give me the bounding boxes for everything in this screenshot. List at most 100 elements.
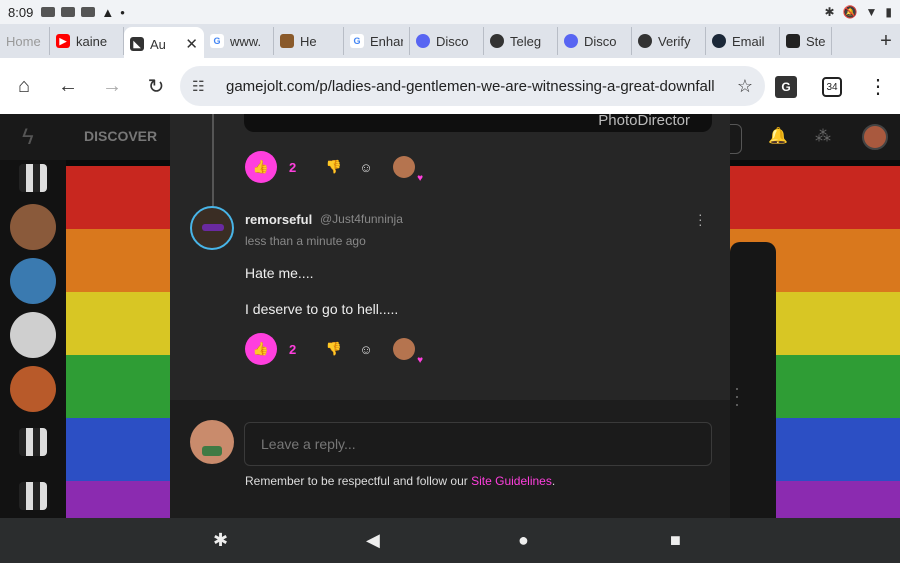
gamejolt-logo-icon[interactable]: ϟ	[22, 124, 34, 150]
globe-favicon-icon	[638, 34, 652, 48]
arrow-left-icon: ←	[58, 74, 78, 97]
reply-section: Remember to be respectful and follow our…	[170, 400, 730, 518]
tab-3[interactable]: G www.	[204, 27, 274, 55]
guidelines-notice: Remember to be respectful and follow our…	[245, 474, 555, 488]
reload-button[interactable]: ↻	[134, 64, 178, 108]
address-bar[interactable]: ☷ gamejolt.com/p/ladies-and-gentlemen-we…	[180, 66, 765, 106]
thumbs-down-icon[interactable]: 👎	[325, 159, 343, 175]
tab-switcher-button[interactable]: 34	[822, 77, 842, 97]
add-reaction-icon[interactable]: ☺	[357, 160, 375, 175]
browser-toolbar: ⌂ ← → ↻ ☷ gamejolt.com/p/ladies-and-gent…	[0, 58, 900, 114]
like-count[interactable]: 2	[289, 342, 311, 357]
thread-line	[212, 114, 214, 210]
tab-label: He	[300, 33, 317, 49]
translate-icon[interactable]: G	[775, 76, 797, 98]
status-bar: 8:09 ▲ • ✱ 🔕 ▼ ▮	[0, 0, 900, 24]
liked-by-avatar[interactable]: ♥	[393, 156, 423, 184]
google-favicon-icon: G	[350, 34, 364, 48]
steam-favicon-icon	[712, 34, 726, 48]
autofill-notification-icon: ▲	[101, 4, 115, 20]
image-watermark: PhotoDirector	[598, 114, 690, 129]
tab-label: Disco	[584, 33, 617, 49]
tab-label: Disco	[436, 33, 469, 49]
home-nav-icon[interactable]: ●	[518, 530, 529, 551]
arrow-right-icon: →	[102, 74, 122, 97]
quests-icon[interactable]: ⁂	[815, 126, 831, 146]
like-count[interactable]: 2	[289, 160, 311, 175]
home-button[interactable]: ⌂	[2, 64, 46, 108]
battery-icon: ▮	[885, 5, 892, 19]
comment-options-icon[interactable]: · · ·	[698, 207, 703, 231]
back-button[interactable]: ←	[46, 64, 90, 108]
tab-10[interactable]: Email	[706, 27, 780, 55]
tab-2-active[interactable]: ◣ Au ✕	[124, 27, 204, 61]
liked-by-avatar[interactable]: ♥	[393, 338, 423, 366]
url-text[interactable]: gamejolt.com/p/ladies-and-gentlemen-we-a…	[226, 78, 737, 95]
tab-label: www.	[230, 33, 262, 49]
youtube-favicon-icon: ▶	[56, 34, 70, 48]
tab-4[interactable]: He	[274, 27, 344, 55]
overflow-menu-icon[interactable]: ⋮	[868, 74, 888, 99]
site-settings-icon[interactable]: ☷	[192, 78, 214, 95]
youtube-notification-icon	[61, 7, 76, 17]
community-qr-icon[interactable]	[19, 482, 47, 510]
current-user-avatar	[190, 420, 234, 464]
tab-9[interactable]: Verify	[632, 27, 706, 55]
tab-label: Au	[150, 36, 166, 52]
close-tab-icon[interactable]: ✕	[185, 35, 198, 53]
reply-input[interactable]	[244, 422, 712, 466]
site-favicon-icon	[280, 34, 294, 48]
tab-label: Teleg	[510, 33, 542, 49]
youtube-notification-icon	[81, 7, 96, 17]
tab-6[interactable]: Disco	[410, 27, 484, 55]
youtube-notification-icon	[41, 7, 56, 17]
thumbs-down-icon[interactable]: 👎	[325, 341, 343, 357]
comment-handle[interactable]: @Just4funninja	[320, 212, 403, 226]
new-tab-button[interactable]: +	[872, 30, 900, 53]
community-avatar[interactable]	[10, 258, 56, 304]
google-favicon-icon: G	[210, 34, 224, 48]
site-favicon-icon	[786, 34, 800, 48]
tab-5[interactable]: G Enhar	[344, 27, 410, 55]
tab-7[interactable]: Teleg	[484, 27, 558, 55]
community-avatar[interactable]	[10, 204, 56, 250]
site-guidelines-link[interactable]: Site Guidelines	[471, 474, 552, 488]
post-image: PhotoDirector	[244, 114, 712, 132]
community-qr-icon[interactable]	[19, 164, 47, 192]
tab-strip: Home ▶ kaine ◣ Au ✕ G www. He G Enhar Di…	[0, 24, 900, 61]
heart-icon: ♥	[417, 355, 423, 366]
tab-8[interactable]: Disco	[558, 27, 632, 55]
discover-nav-link[interactable]: DISCOVER	[84, 128, 157, 144]
tab-label: Enhar	[370, 33, 403, 49]
more-options-icon[interactable]: · · ·	[734, 379, 740, 413]
assistant-icon[interactable]: ✱	[213, 530, 228, 551]
community-avatar[interactable]	[10, 312, 56, 358]
gamejolt-favicon-icon: ◣	[130, 37, 144, 51]
bookmark-star-icon[interactable]: ☆	[737, 76, 753, 97]
community-avatar[interactable]	[10, 366, 56, 412]
community-sidebar	[0, 160, 66, 518]
tab-11[interactable]: Ste	[780, 27, 832, 55]
tab-label: Email	[732, 33, 765, 49]
comment-username[interactable]: remorseful	[245, 212, 312, 227]
like-button[interactable]: 👍	[245, 333, 277, 365]
wifi-icon: ▼	[865, 5, 878, 19]
recents-nav-icon[interactable]: ■	[670, 530, 681, 551]
avatar-glasses	[202, 224, 224, 231]
discord-favicon-icon	[416, 34, 430, 48]
like-button[interactable]: 👍	[245, 151, 277, 183]
user-avatar[interactable]	[862, 124, 888, 150]
tab-1[interactable]: ▶ kaine	[50, 27, 124, 55]
more-notifications-icon: •	[120, 4, 125, 20]
community-qr-icon[interactable]	[19, 428, 47, 456]
comment-timestamp: less than a minute ago	[245, 234, 366, 248]
web-page: ϟ DISCOVER 🔔 ⁂ · · · PhotoDirector 👍 2 👎…	[0, 114, 900, 518]
mute-icon: 🔕	[842, 5, 858, 19]
bell-icon[interactable]: 🔔	[768, 126, 788, 146]
guidelines-text: Remember to be respectful and follow our	[245, 474, 472, 488]
forward-button[interactable]: →	[90, 64, 134, 108]
back-nav-icon[interactable]: ◀	[366, 530, 380, 551]
add-reaction-icon[interactable]: ☺	[357, 342, 375, 357]
tab-0[interactable]: Home	[0, 27, 50, 55]
commenter-avatar[interactable]	[190, 206, 234, 250]
